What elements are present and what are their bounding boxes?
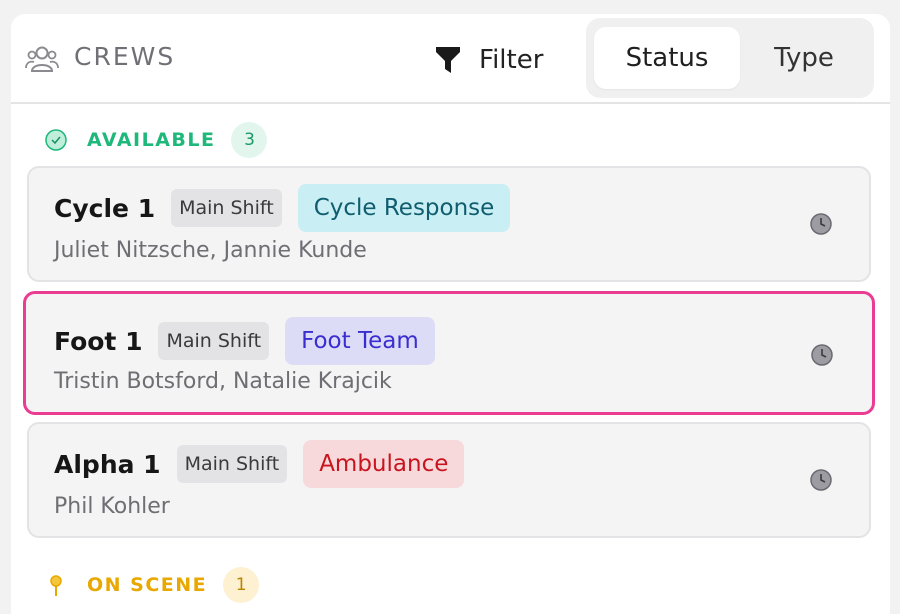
section-available-header[interactable]: AVAILABLE 3 (45, 122, 268, 158)
crew-card-foot-1[interactable]: Foot 1 Main Shift Foot Team Tristin Bots… (23, 291, 875, 415)
crew-type-badge: Foot Team (285, 317, 435, 365)
tab-type[interactable]: Type (744, 27, 864, 89)
crew-type-badge: Ambulance (303, 440, 465, 488)
shift-badge: Main Shift (158, 322, 270, 360)
tab-status[interactable]: Status (594, 27, 740, 89)
map-pin-icon (50, 575, 62, 596)
shift-badge: Main Shift (171, 189, 282, 227)
crews-header: CREWS Filter Status Type (11, 14, 890, 104)
shift-badge: Main Shift (176, 445, 288, 483)
clock-icon[interactable] (809, 212, 833, 236)
page-title: CREWS (74, 42, 176, 71)
crew-card-header: Foot 1 Main Shift Foot Team (54, 317, 435, 365)
clock-icon[interactable] (809, 468, 833, 492)
crew-members: Phil Kohler (54, 494, 170, 519)
crew-type-badge: Cycle Response (297, 184, 511, 232)
view-toggle: Status Type (586, 18, 874, 98)
crew-name: Alpha 1 (54, 449, 161, 479)
funnel-icon (436, 47, 460, 73)
crew-name: Foot 1 (54, 326, 143, 356)
crews-panel: CREWS Filter Status Type AVAILABLE 3 Cyc… (11, 14, 890, 614)
people-icon (25, 46, 59, 72)
crew-members: Juliet Nitzsche, Jannie Kunde (54, 238, 367, 263)
crew-card-header: Cycle 1 Main Shift Cycle Response (54, 184, 511, 232)
section-count-badge: 3 (231, 122, 268, 158)
crew-card-alpha-1[interactable]: Alpha 1 Main Shift Ambulance Phil Kohler (27, 422, 871, 538)
check-circle-icon (45, 129, 67, 151)
crew-name: Cycle 1 (54, 193, 156, 223)
crew-card-header: Alpha 1 Main Shift Ambulance (54, 440, 465, 488)
filter-label: Filter (479, 45, 544, 75)
section-label: ON SCENE (87, 574, 208, 596)
filter-button[interactable]: Filter (435, 40, 543, 80)
clock-icon[interactable] (810, 343, 834, 367)
section-label: AVAILABLE (87, 129, 216, 151)
crew-card-cycle-1[interactable]: Cycle 1 Main Shift Cycle Response Juliet… (27, 166, 871, 282)
crew-members: Tristin Botsford, Natalie Krajcik (54, 369, 392, 394)
